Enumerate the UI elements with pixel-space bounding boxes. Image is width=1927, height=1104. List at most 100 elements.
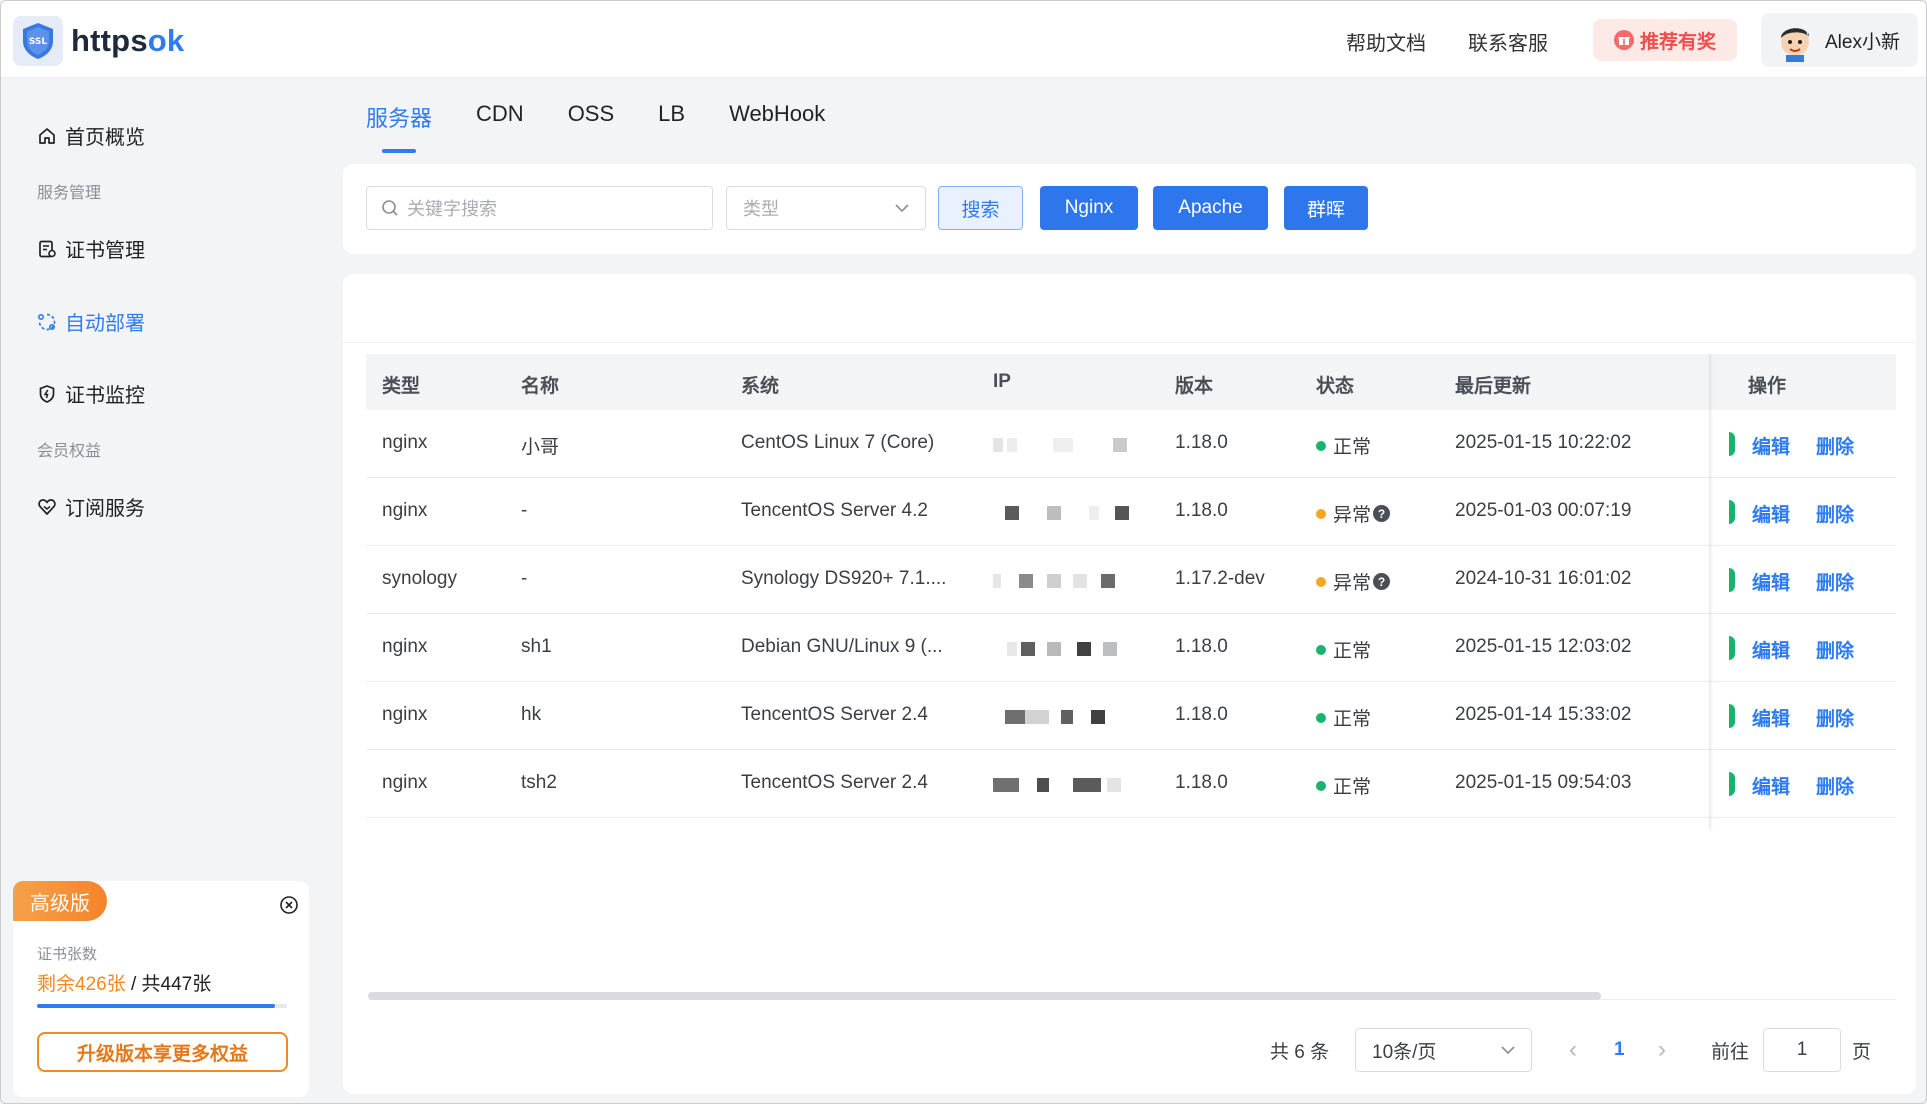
cert-count: 剩余426张 / 共447张	[37, 969, 211, 996]
cell-system: TencentOS Server 2.4	[741, 772, 928, 793]
help-docs-link[interactable]: 帮助文档	[1346, 27, 1426, 56]
cert-progress-fill	[37, 1004, 276, 1008]
redaction-block	[1007, 438, 1017, 452]
cell-name: 小哥	[521, 437, 560, 458]
table-row: synology - Synology DS920+ 7.1.... 1.17.2-d…	[366, 546, 1896, 614]
sidebar-item-home[interactable]: 首页概览	[37, 121, 145, 150]
cell-name: -	[521, 500, 528, 521]
synology-button[interactable]: 群晖	[1284, 186, 1368, 230]
search-button[interactable]: 搜索	[938, 186, 1023, 230]
shield-monitor-icon	[39, 384, 55, 403]
tab-cdn[interactable]: CDN	[476, 101, 524, 147]
sidebar-item-auto-deploy[interactable]: 自动部署	[37, 307, 145, 336]
edit-button[interactable]: 编辑	[1752, 636, 1790, 663]
delete-button[interactable]: 删除	[1816, 432, 1854, 459]
cell-type: nginx	[382, 636, 428, 657]
cert-total: 共447张	[141, 974, 212, 995]
sidebar-item-subscription[interactable]: 订阅服务	[37, 492, 145, 521]
redaction-block	[1037, 778, 1049, 792]
page-suffix: 页	[1852, 1041, 1872, 1063]
page-size-select[interactable]: 10条/页	[1355, 1028, 1532, 1072]
chevron-down-icon	[895, 204, 909, 213]
status-dot-icon	[1316, 440, 1326, 451]
redaction-block	[1025, 710, 1049, 724]
search-input[interactable]: 关键字搜索	[366, 186, 713, 230]
status-text: 正常	[1333, 777, 1372, 798]
redaction-block	[993, 778, 1019, 792]
status-badge: 正常	[1316, 704, 1371, 731]
type-select[interactable]: 类型	[726, 186, 926, 230]
status-dot-icon	[1316, 780, 1326, 791]
edit-button[interactable]: 编辑	[1752, 772, 1790, 799]
prev-page-button[interactable]: ‹	[1569, 1028, 1577, 1072]
redaction-block	[1061, 710, 1073, 724]
delete-button[interactable]: 删除	[1816, 704, 1854, 731]
table-row: nginx tsh2 TencentOS Server 2.4 1.18.0 正常 202…	[366, 750, 1896, 818]
col-ip: IP	[993, 371, 1011, 392]
tab-webhook[interactable]: WebHook	[729, 101, 825, 147]
fixed-column-indicator	[1729, 432, 1735, 456]
apache-button[interactable]: Apache	[1153, 186, 1268, 230]
fixed-column-indicator	[1729, 500, 1735, 524]
horizontal-scrollbar[interactable]	[368, 992, 1601, 1000]
status-text: 正常	[1333, 709, 1372, 730]
status-text: 异常	[1333, 505, 1372, 526]
cell-system: Synology DS920+ 7.1....	[741, 568, 947, 589]
tab-lb[interactable]: LB	[658, 101, 685, 147]
fixed-column-indicator	[1729, 772, 1735, 796]
edit-button[interactable]: 编辑	[1752, 432, 1790, 459]
status-text: 异常	[1333, 573, 1372, 594]
divider	[343, 342, 1916, 343]
edit-button[interactable]: 编辑	[1752, 568, 1790, 595]
redaction-block	[1113, 438, 1127, 452]
delete-button[interactable]: 删除	[1816, 636, 1854, 663]
upgrade-button[interactable]: 升级版本享更多权益	[37, 1032, 288, 1072]
tab-oss[interactable]: OSS	[568, 101, 614, 147]
sidebar-item-monitoring[interactable]: 证书监控	[37, 379, 145, 408]
redaction-block	[1077, 642, 1091, 656]
table-header: 类型 名称 系统 IP 版本 状态 最后更新 操作	[366, 354, 1896, 410]
promo-label: 推荐有奖	[1639, 31, 1716, 53]
delete-button[interactable]: 删除	[1816, 500, 1854, 527]
redaction-block	[1073, 778, 1101, 792]
referral-reward-button[interactable]: 推荐有奖	[1593, 19, 1737, 61]
sidebar-item-certificates[interactable]: 证书管理	[37, 234, 145, 263]
tab-server[interactable]: 服务器	[366, 101, 432, 147]
help-icon[interactable]: ?	[1373, 573, 1391, 590]
goto-page-input[interactable]: 1	[1763, 1028, 1841, 1072]
nginx-button[interactable]: Nginx	[1040, 186, 1138, 230]
logo-badge-text: SSL	[29, 37, 48, 47]
status-dot-icon	[1316, 576, 1326, 587]
cell-type: nginx	[382, 500, 428, 521]
page-number-1[interactable]: 1	[1614, 1028, 1625, 1072]
cell-version: 1.18.0	[1175, 636, 1228, 657]
search-placeholder: 关键字搜索	[407, 199, 497, 219]
col-name: 名称	[521, 376, 560, 397]
cell-updated: 2025-01-15 09:54:03	[1455, 772, 1632, 793]
user-menu[interactable]: Alex小新	[1761, 13, 1918, 67]
sidebar-item-label: 自动部署	[65, 313, 145, 335]
redaction-block	[1053, 438, 1073, 452]
delete-button[interactable]: 删除	[1816, 772, 1854, 799]
cell-updated: 2024-10-31 16:01:02	[1455, 568, 1632, 589]
status-badge: 正常	[1316, 772, 1371, 799]
col-actions: 操作	[1748, 376, 1787, 397]
edit-button[interactable]: 编辑	[1752, 500, 1790, 527]
help-icon[interactable]: ?	[1373, 505, 1391, 522]
table-row: nginx sh1 Debian GNU/Linux 9 (... 1.18.0 正常 2…	[366, 614, 1896, 682]
logo[interactable]: SSL httpsok	[13, 16, 184, 66]
table-row: nginx - TencentOS Server 4.2 1.18.0 异常? 2025-…	[366, 478, 1896, 546]
edit-button[interactable]: 编辑	[1752, 704, 1790, 731]
redaction-block	[1019, 574, 1033, 588]
fixed-column-indicator	[1729, 568, 1735, 592]
cell-version: 1.18.0	[1175, 500, 1228, 521]
redaction-block	[1047, 642, 1061, 656]
home-icon	[39, 127, 55, 144]
status-text: 正常	[1333, 437, 1372, 458]
status-badge: 正常	[1316, 432, 1371, 459]
close-icon[interactable]	[279, 895, 299, 920]
delete-button[interactable]: 删除	[1816, 568, 1854, 595]
next-page-button[interactable]: ›	[1658, 1028, 1666, 1072]
fixed-column-indicator	[1729, 704, 1735, 728]
contact-support-link[interactable]: 联系客服	[1468, 27, 1548, 56]
